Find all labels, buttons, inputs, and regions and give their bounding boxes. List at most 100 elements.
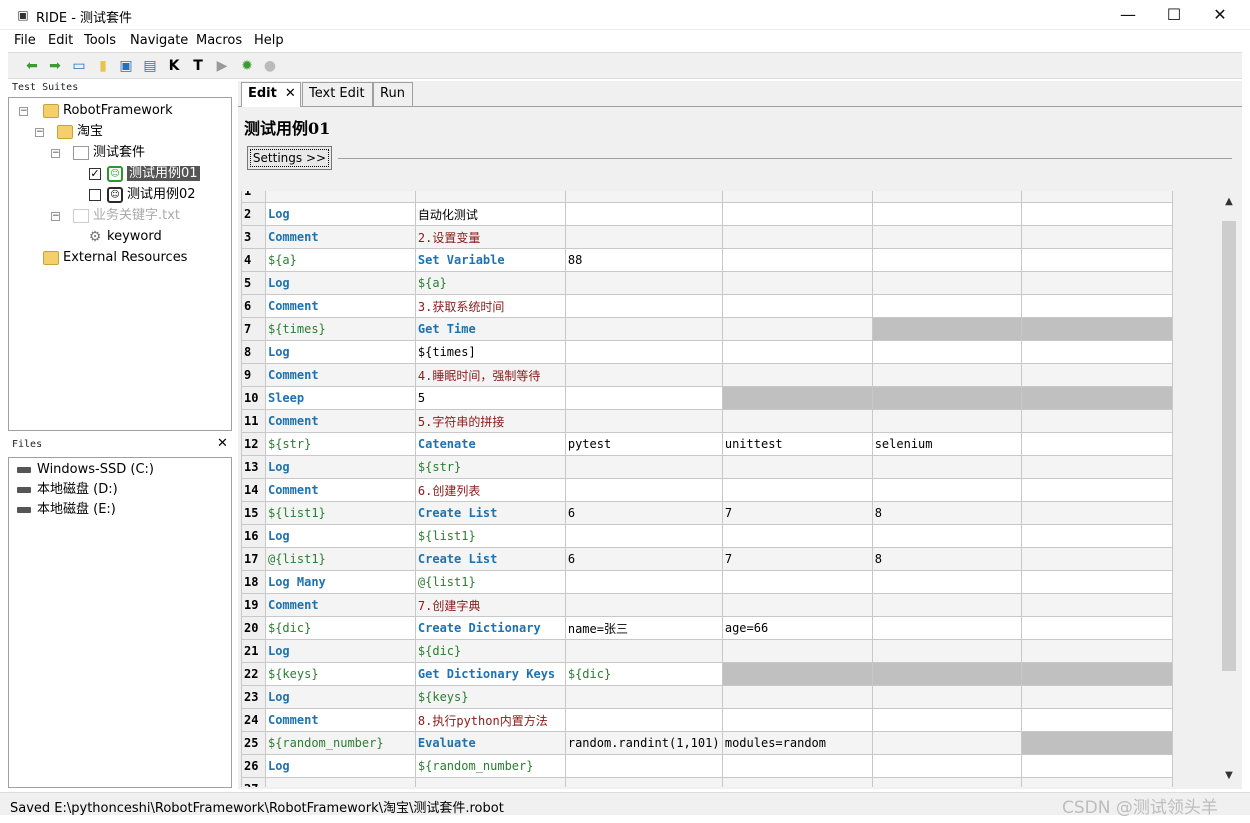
grid-cell[interactable] <box>1021 662 1173 686</box>
scrollbar-thumb[interactable] <box>1222 221 1236 671</box>
grid-cell[interactable]: 6 <box>564 547 723 571</box>
grid-cell[interactable] <box>564 639 723 663</box>
grid-cell[interactable]: ${random_number} <box>414 754 566 778</box>
grid-cell[interactable] <box>721 363 873 387</box>
grid-cell[interactable]: Log <box>264 455 416 479</box>
grid-cell[interactable] <box>721 409 873 433</box>
grid-cell[interactable] <box>564 271 723 295</box>
row-number[interactable]: 27 <box>241 777 266 787</box>
grid-cell[interactable] <box>1021 685 1173 709</box>
grid-cell[interactable]: Comment <box>264 225 416 249</box>
grid-cell[interactable] <box>564 294 723 318</box>
grid-cell[interactable] <box>564 340 723 364</box>
grid-cell[interactable] <box>564 777 723 787</box>
grid-cell[interactable]: Evaluate <box>414 731 566 755</box>
menu-file[interactable]: File <box>14 33 36 48</box>
grid-cell[interactable] <box>721 202 873 226</box>
collapse-icon[interactable]: − <box>35 128 44 137</box>
grid-cell[interactable]: unittest <box>721 432 873 456</box>
grid-cell[interactable] <box>871 294 1023 318</box>
tree-item-keyword-resource[interactable]: 业务关键字.txt <box>73 207 180 225</box>
grid-cell[interactable] <box>564 363 723 387</box>
settings-button[interactable]: Settings >> <box>247 146 332 170</box>
grid-cell[interactable] <box>564 478 723 502</box>
row-number[interactable]: 3 <box>241 225 266 249</box>
tree-item-external-resources[interactable]: External Resources <box>43 249 187 267</box>
grid-cell[interactable]: 7.创建字典 <box>414 593 566 617</box>
grid-cell[interactable] <box>1021 386 1173 410</box>
row-number[interactable]: 7 <box>241 317 266 341</box>
grid-cell[interactable] <box>871 662 1023 686</box>
grid-cell[interactable] <box>564 593 723 617</box>
grid-cell[interactable] <box>564 317 723 341</box>
grid-cell[interactable]: ${str} <box>414 455 566 479</box>
grid-cell[interactable] <box>871 386 1023 410</box>
row-number[interactable]: 9 <box>241 363 266 387</box>
grid-cell[interactable]: ${dic} <box>564 662 723 686</box>
grid-cell[interactable]: 7 <box>721 547 873 571</box>
grid-cell[interactable] <box>721 225 873 249</box>
open-folder-icon[interactable]: ▭ <box>69 56 89 76</box>
grid-cell[interactable]: Log <box>264 754 416 778</box>
grid-cell[interactable] <box>1021 777 1173 787</box>
grid-cell[interactable] <box>1021 409 1173 433</box>
search-keyword-icon[interactable]: K <box>164 56 184 76</box>
grid-cell[interactable] <box>564 570 723 594</box>
grid-cell[interactable]: Comment <box>264 708 416 732</box>
grid-cell[interactable] <box>1021 593 1173 617</box>
grid-cell[interactable] <box>871 225 1023 249</box>
grid-cell[interactable] <box>721 570 873 594</box>
row-number[interactable]: 5 <box>241 271 266 295</box>
row-number[interactable]: 24 <box>241 708 266 732</box>
row-number[interactable]: 18 <box>241 570 266 594</box>
grid-cell[interactable] <box>1021 432 1173 456</box>
row-number[interactable]: 20 <box>241 616 266 640</box>
grid-cell[interactable] <box>721 685 873 709</box>
grid-cell[interactable]: Log <box>264 685 416 709</box>
grid-cell[interactable] <box>1021 271 1173 295</box>
grid-cell[interactable]: ${keys} <box>264 662 416 686</box>
grid-cell[interactable] <box>1021 340 1173 364</box>
tab-edit[interactable]: Edit ✕ <box>241 82 301 107</box>
row-number[interactable]: 11 <box>241 409 266 433</box>
grid-cell[interactable]: ${list1} <box>414 524 566 548</box>
grid-cell[interactable] <box>1021 616 1173 640</box>
grid-cell[interactable]: 2.设置变量 <box>414 225 566 249</box>
tree-item-testcase-01[interactable]: ✓ ☺ 测试用例01 <box>89 165 200 183</box>
grid-cell[interactable] <box>721 754 873 778</box>
grid-cell[interactable] <box>871 248 1023 272</box>
grid-cell[interactable] <box>721 662 873 686</box>
row-number[interactable]: 15 <box>241 501 266 525</box>
menu-help[interactable]: Help <box>254 33 284 48</box>
grid-cell[interactable]: 8 <box>871 501 1023 525</box>
grid-cell[interactable] <box>1021 501 1173 525</box>
grid-cell[interactable] <box>871 524 1023 548</box>
tree-item-test-suite[interactable]: 测试套件 <box>73 144 145 162</box>
grid-cell[interactable]: Log <box>264 524 416 548</box>
grid-cell[interactable] <box>264 777 416 787</box>
grid-cell[interactable] <box>264 191 416 203</box>
file-item-drive-c[interactable]: Windows-SSD (C:) <box>17 461 154 479</box>
grid-cell[interactable] <box>721 386 873 410</box>
grid-cell[interactable]: ${dic} <box>264 616 416 640</box>
grid-cell[interactable] <box>871 409 1023 433</box>
grid-cell[interactable] <box>564 685 723 709</box>
grid-cell[interactable] <box>871 639 1023 663</box>
grid-cell[interactable] <box>1021 225 1173 249</box>
grid-cell[interactable]: 8 <box>871 547 1023 571</box>
scroll-up-icon[interactable]: ▲ <box>1220 193 1238 211</box>
grid-cell[interactable] <box>721 271 873 295</box>
row-number[interactable]: 14 <box>241 478 266 502</box>
grid-cell[interactable]: Log <box>264 271 416 295</box>
grid-cell[interactable]: Comment <box>264 593 416 617</box>
grid-cell[interactable] <box>1021 455 1173 479</box>
grid-cell[interactable]: Log <box>264 202 416 226</box>
grid-cell[interactable] <box>1021 524 1173 548</box>
row-number[interactable]: 16 <box>241 524 266 548</box>
grid-cell[interactable] <box>1021 294 1173 318</box>
grid-cell[interactable] <box>721 478 873 502</box>
row-number[interactable]: 26 <box>241 754 266 778</box>
grid-cell[interactable] <box>564 455 723 479</box>
grid-cell[interactable]: Log <box>264 639 416 663</box>
tab-run[interactable]: Run <box>373 82 413 106</box>
